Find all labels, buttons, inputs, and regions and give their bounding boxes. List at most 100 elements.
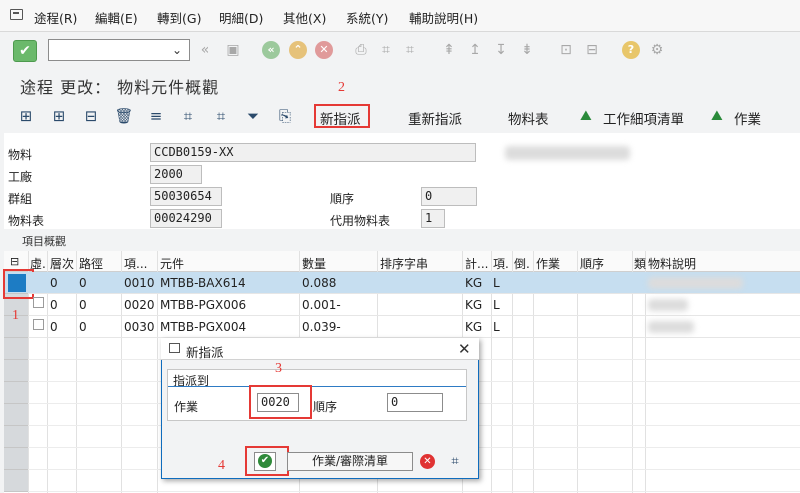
cancel-icon[interactable]: ✕ bbox=[315, 41, 333, 59]
menu-details[interactable]: 明細(D) bbox=[219, 8, 263, 27]
cell-level: 0 bbox=[50, 276, 58, 290]
save-icon[interactable]: ▣ bbox=[224, 41, 242, 59]
description-redacted bbox=[648, 321, 694, 333]
col-unit[interactable]: 計... bbox=[465, 255, 488, 272]
col-path[interactable]: 路徑 bbox=[79, 255, 103, 272]
phantom-checkbox[interactable] bbox=[33, 319, 44, 330]
description-redacted bbox=[648, 299, 688, 311]
sequence-label: 順序 bbox=[330, 192, 355, 206]
close-icon[interactable]: ✕ bbox=[458, 340, 471, 358]
col-level[interactable]: 層次 bbox=[50, 255, 74, 272]
menu-system[interactable]: 系統(Y) bbox=[346, 8, 388, 27]
col-sequence[interactable]: 順序 bbox=[580, 255, 604, 272]
operation-icon: ⛰ bbox=[711, 108, 723, 124]
col-type[interactable]: 類 bbox=[634, 255, 646, 272]
plant-field[interactable]: 2000 bbox=[150, 165, 202, 184]
sequence-field[interactable]: 0 bbox=[421, 187, 477, 206]
alternative-bom-field[interactable]: 1 bbox=[421, 209, 445, 228]
cell-level: 0 bbox=[50, 298, 58, 312]
select-block-icon[interactable]: ⊞ bbox=[49, 106, 69, 126]
material-description-redacted bbox=[505, 146, 630, 160]
column-selector-icon[interactable]: ⊟ bbox=[10, 255, 19, 268]
chevron-down-icon[interactable]: ⌄ bbox=[172, 43, 182, 57]
col-component[interactable]: 元件 bbox=[160, 255, 184, 272]
settings-gear-icon[interactable]: ⚙ bbox=[648, 41, 666, 59]
menu-routing[interactable]: 途程(R) bbox=[34, 8, 77, 27]
col-quantity[interactable]: 數量 bbox=[302, 255, 326, 272]
dialog-sequence-input[interactable]: 0 bbox=[387, 393, 443, 412]
cell-component[interactable]: MTBB-PGX004 bbox=[160, 320, 246, 334]
help-icon[interactable]: ? bbox=[622, 41, 640, 59]
system-menu-icon[interactable] bbox=[10, 9, 23, 20]
detail-icon[interactable]: ⎘ bbox=[275, 106, 295, 126]
col-operation[interactable]: 作業 bbox=[536, 255, 560, 272]
dialog-sequence-label: 順序 bbox=[313, 400, 338, 414]
plant-label: 工廠 bbox=[8, 170, 33, 184]
sort-icon[interactable]: ≡ bbox=[146, 106, 166, 126]
group-field[interactable]: 50030654 bbox=[150, 187, 222, 206]
dialog-title: 新指派 bbox=[186, 345, 224, 360]
menu-other[interactable]: 其他(X) bbox=[283, 8, 326, 27]
cell-item: 0020 bbox=[124, 298, 155, 312]
select-all-icon[interactable]: ⊞ bbox=[16, 106, 36, 126]
back-icon[interactable]: « bbox=[262, 41, 280, 59]
col-material-description[interactable]: 物料說明 bbox=[648, 255, 696, 272]
reassign-button[interactable]: 重新指派 bbox=[408, 108, 462, 128]
find-next-icon[interactable]: ⌗ bbox=[401, 41, 419, 59]
phantom-checkbox[interactable] bbox=[33, 297, 44, 308]
col-sort-string[interactable]: 排序字串 bbox=[380, 255, 428, 272]
bom-button[interactable]: 物料表 bbox=[508, 108, 549, 128]
previous-page-icon[interactable]: ↥ bbox=[466, 41, 484, 59]
bom-label: 物料表 bbox=[8, 214, 45, 228]
back-double-icon[interactable]: « bbox=[196, 41, 214, 59]
cell-component[interactable]: MTBB-PGX006 bbox=[160, 298, 246, 312]
menu-goto[interactable]: 轉到(G) bbox=[157, 8, 201, 27]
operation-button[interactable]: 作業 bbox=[734, 108, 761, 128]
operation-item-list-button[interactable]: 工作細項清單 bbox=[603, 108, 684, 128]
annotation-2: 2 bbox=[338, 80, 345, 95]
cell-quantity: 0.039- bbox=[302, 320, 341, 334]
find-icon[interactable]: ⌗ bbox=[377, 41, 395, 59]
cell-quantity: 0.088 bbox=[302, 276, 337, 290]
menu-edit[interactable]: 編輯(E) bbox=[95, 8, 138, 27]
cell-path: 0 bbox=[79, 298, 87, 312]
annotation-3: 3 bbox=[275, 361, 282, 376]
col-item-category[interactable]: 項. bbox=[493, 255, 509, 272]
description-redacted bbox=[648, 277, 743, 289]
menu-help[interactable]: 輔助說明(H) bbox=[409, 8, 478, 27]
highlight-box-confirm bbox=[245, 446, 289, 476]
group-label: 群組 bbox=[8, 192, 33, 206]
window-icon bbox=[169, 343, 180, 353]
shortcut-icon[interactable]: ⊟ bbox=[583, 41, 601, 59]
annotation-4: 4 bbox=[218, 458, 225, 473]
cell-unit: KG bbox=[465, 298, 483, 312]
cell-unit: KG bbox=[465, 320, 483, 334]
exit-icon[interactable]: ⌃ bbox=[289, 41, 307, 59]
find-icon[interactable]: ⌗ bbox=[444, 452, 466, 471]
enter-button[interactable]: ✔ bbox=[13, 40, 37, 62]
print-icon[interactable]: ⎙ bbox=[352, 41, 370, 59]
alternative-bom-label: 代用物料表 bbox=[330, 214, 391, 228]
deselect-all-icon[interactable]: ⊟ bbox=[81, 106, 101, 126]
col-item[interactable]: 項... bbox=[124, 255, 147, 272]
cell-level: 0 bbox=[50, 320, 58, 334]
bom-field[interactable]: 00024290 bbox=[150, 209, 222, 228]
first-page-icon[interactable]: ⇞ bbox=[440, 41, 458, 59]
last-page-icon[interactable]: ⇟ bbox=[518, 41, 536, 59]
operation-item-list-icon: ⛰ bbox=[580, 108, 592, 124]
find-icon[interactable]: ⌗ bbox=[178, 106, 198, 126]
operation-label: 作業 bbox=[174, 400, 199, 414]
command-field[interactable] bbox=[48, 39, 190, 61]
operation-list-button[interactable]: 作業/審際清單 bbox=[287, 452, 413, 471]
next-page-icon[interactable]: ↧ bbox=[492, 41, 510, 59]
col-backflush[interactable]: 倒. bbox=[514, 255, 530, 272]
cell-item-category: L bbox=[493, 320, 500, 334]
cell-component[interactable]: MTBB-BAX614 bbox=[160, 276, 246, 290]
material-field[interactable]: CCDB0159-XX bbox=[150, 143, 476, 162]
filter-icon[interactable]: ⏷ bbox=[243, 106, 263, 126]
find-next-icon[interactable]: ⌗ bbox=[211, 106, 231, 126]
material-label: 物料 bbox=[8, 148, 33, 162]
delete-icon[interactable]: 🗑 bbox=[114, 106, 134, 126]
cell-item: 0030 bbox=[124, 320, 155, 334]
new-session-icon[interactable]: ⊡ bbox=[557, 41, 575, 59]
